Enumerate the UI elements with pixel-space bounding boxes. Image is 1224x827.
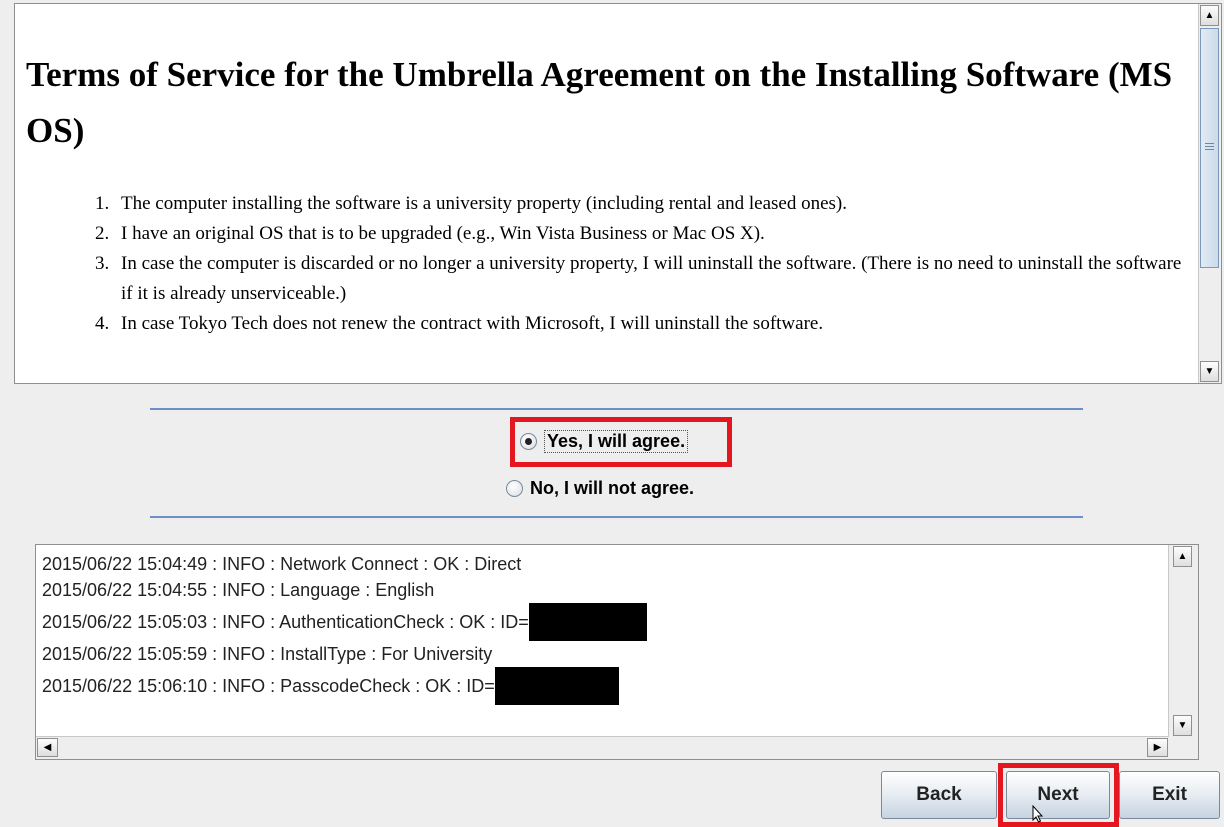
scroll-up-button[interactable]: ▲ [1200,5,1219,26]
terms-content: Terms of Service for the Umbrella Agreem… [15,4,1197,383]
log-line: 2015/06/22 15:04:55 : INFO : Language : … [42,580,435,600]
top-separator [150,408,1083,410]
log-vertical-scrollbar[interactable]: ▲ ▼ [1168,545,1198,737]
triangle-right-icon: ▶ [1153,742,1162,753]
agree-no-label[interactable]: No, I will not agree. [530,478,694,499]
scroll-down-button[interactable]: ▼ [1173,715,1192,736]
terms-item: In case Tokyo Tech does not renew the co… [114,309,1187,339]
scrollbar-thumb[interactable] [1200,28,1219,268]
triangle-left-icon: ◀ [43,742,52,753]
redaction-box [494,667,619,705]
terms-vertical-scrollbar[interactable]: ▲ ▼ [1198,4,1221,383]
triangle-down-icon: ▼ [1204,366,1215,377]
back-button[interactable]: Back [881,771,997,819]
triangle-down-icon: ▼ [1177,720,1188,731]
mouse-pointer-icon [1032,805,1044,823]
scroll-left-button[interactable]: ◀ [37,738,58,757]
log-line: 2015/06/22 15:05:59 : INFO : InstallType… [42,644,493,664]
scroll-down-button[interactable]: ▼ [1200,361,1219,382]
triangle-up-icon: ▲ [1177,551,1188,562]
scroll-right-button[interactable]: ▶ [1147,738,1168,757]
scroll-up-button[interactable]: ▲ [1173,546,1192,567]
log-text-area[interactable]: 2015/06/22 15:04:49 : INFO : Network Con… [36,545,1169,737]
terms-title: Terms of Service for the Umbrella Agreem… [26,55,1173,150]
terms-item: In case the computer is discarded or no … [114,249,1187,309]
terms-item: I have an original OS that is to be upgr… [114,219,1187,249]
log-line: 2015/06/22 15:04:49 : INFO : Network Con… [42,554,522,574]
log-line: 2015/06/22 15:06:10 : INFO : PasscodeChe… [42,667,1169,705]
terms-item: The computer installing the software is … [114,189,1187,219]
next-highlight-box [998,763,1119,827]
terms-list: The computer installing the software is … [26,189,1187,339]
yes-highlight-box [510,417,732,467]
agree-no-radio[interactable] [506,480,523,497]
log-panel: 2015/06/22 15:04:49 : INFO : Network Con… [35,544,1199,760]
bottom-separator [150,516,1083,518]
log-line: 2015/06/22 15:05:03 : INFO : Authenticat… [42,603,1169,641]
terms-panel: Terms of Service for the Umbrella Agreem… [14,3,1222,384]
grip-icon [1205,143,1214,150]
agree-no-option[interactable]: No, I will not agree. [506,478,694,499]
exit-button[interactable]: Exit [1119,771,1220,819]
log-horizontal-scrollbar[interactable]: ◀ ▶ [36,736,1169,759]
redaction-box [528,603,647,641]
triangle-up-icon: ▲ [1204,10,1215,21]
